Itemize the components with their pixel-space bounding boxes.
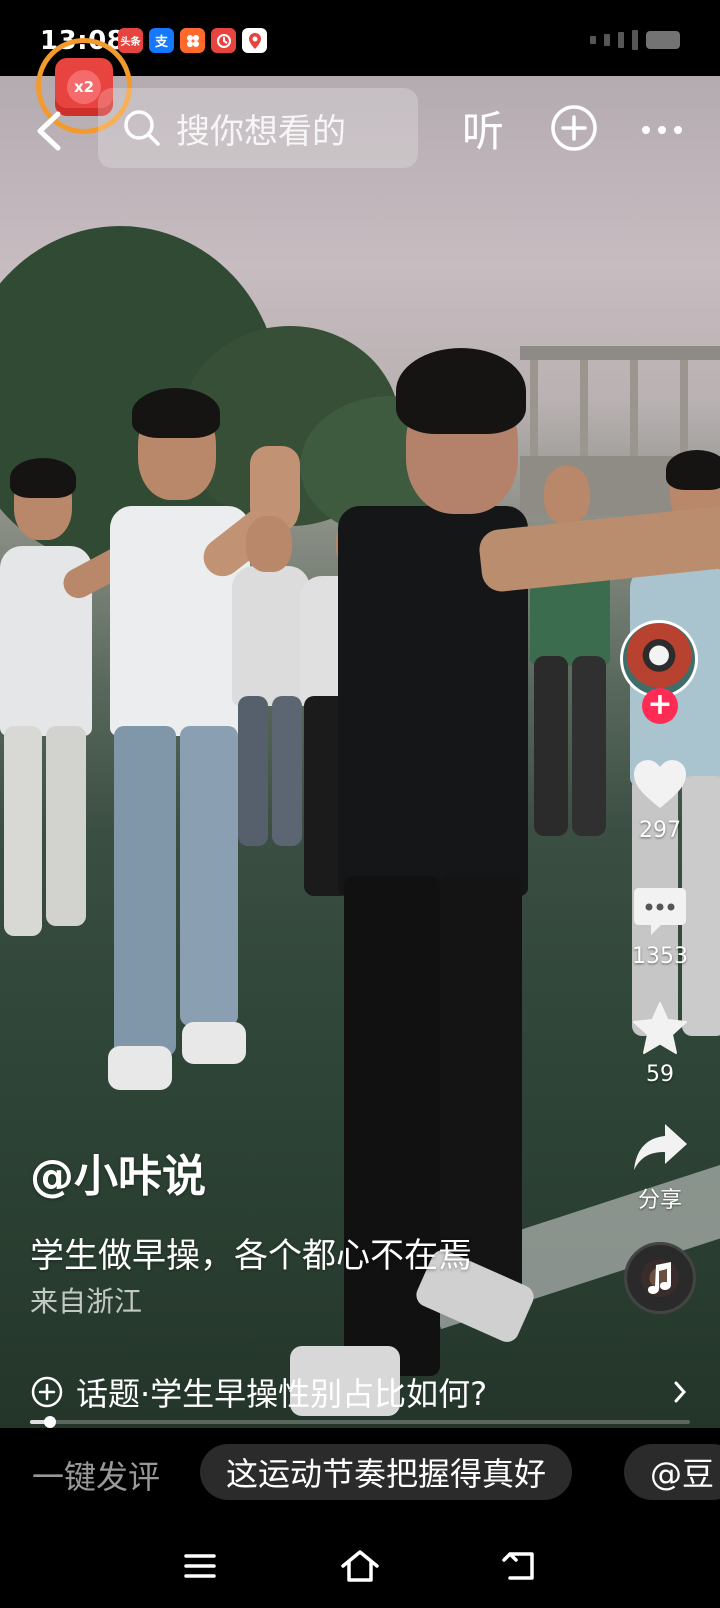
share-label: 分享 [637, 1188, 682, 1213]
status-app-icons: 头条 支 [118, 28, 267, 53]
battery-icon [646, 31, 680, 49]
listen-button[interactable]: 听 [462, 98, 504, 159]
quick-comment-chip[interactable]: @豆 [624, 1444, 720, 1500]
search-placeholder: 搜你想看的 [176, 111, 346, 152]
app-red-icon [211, 28, 236, 53]
comment-button[interactable]: 1353 [616, 882, 704, 969]
menu-icon [184, 1554, 216, 1578]
share-button[interactable]: 分享 [616, 1120, 704, 1214]
comment-count: 1353 [632, 944, 688, 969]
return-icon [502, 1552, 534, 1580]
favorite-button[interactable]: 59 [616, 1000, 704, 1087]
follow-button[interactable]: + [642, 688, 678, 724]
topic-link[interactable]: 话题·学生早操性别占比如何? [30, 1370, 690, 1414]
back-chevron-icon [37, 111, 61, 151]
plus-circle-icon [551, 105, 597, 151]
chevron-right-icon [674, 1381, 687, 1403]
comment-icon [634, 888, 686, 935]
status-indicators [590, 30, 680, 50]
app-orange-icon [180, 28, 205, 53]
quick-comment-bar: 一键发评 这运动节奏把握得真好 @豆 [0, 1428, 720, 1524]
plus-circle-icon [31, 1376, 63, 1408]
progress-handle[interactable] [43, 1416, 56, 1428]
menu-button[interactable] [178, 1544, 222, 1588]
post-caption: 学生做早操，各个都心不在焉 [30, 1236, 472, 1276]
author-name[interactable]: @小咔说 [30, 1140, 206, 1204]
video-player[interactable] [0, 76, 720, 1428]
more-button[interactable] [640, 110, 684, 150]
share-arrow-icon [634, 1124, 687, 1170]
toutiao-icon: 头条 [118, 28, 143, 53]
search-box[interactable]: 搜你想看的 [98, 88, 418, 168]
quick-comment-label: 一键发评 [32, 1458, 161, 1496]
system-nav-bar [0, 1524, 720, 1608]
redpack-badge: x2 [67, 70, 101, 104]
music-note-icon [648, 1262, 671, 1294]
topic-text: 话题·学生早操性别占比如何? [76, 1375, 488, 1413]
heart-icon [634, 760, 686, 808]
like-count: 297 [639, 818, 681, 843]
home-icon [341, 1550, 379, 1582]
publish-button[interactable] [550, 104, 598, 152]
home-button[interactable] [338, 1544, 382, 1588]
search-icon [124, 110, 160, 146]
back-button[interactable] [30, 108, 70, 154]
favorite-count: 59 [646, 1062, 674, 1087]
alipay-icon: 支 [149, 28, 174, 53]
back-nav-button[interactable] [498, 1544, 542, 1588]
map-icon [242, 28, 267, 53]
like-button[interactable]: 297 [616, 756, 704, 843]
music-disc[interactable] [624, 1242, 696, 1314]
video-progress[interactable] [30, 1416, 690, 1428]
more-dots-icon [642, 126, 682, 134]
star-icon [633, 1002, 687, 1054]
quick-comment-chip[interactable]: 这运动节奏把握得真好 [200, 1444, 573, 1500]
post-location: 来自浙江 [30, 1285, 143, 1318]
